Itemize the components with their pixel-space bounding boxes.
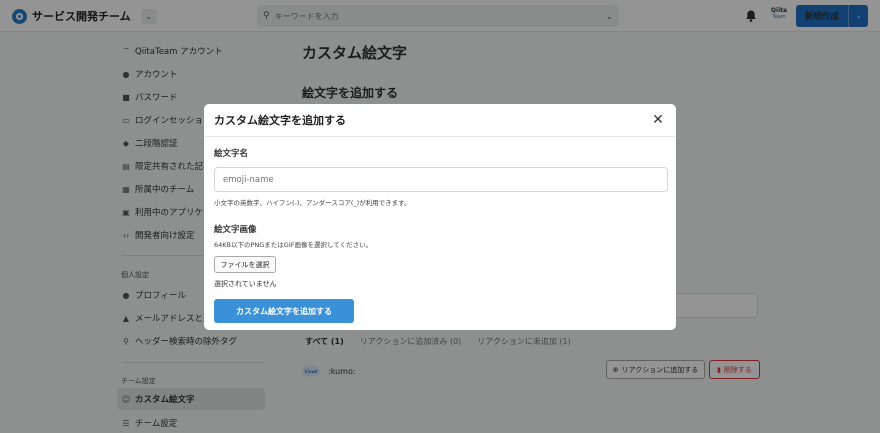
emoji-name-label: 絵文字名 (214, 149, 249, 159)
emoji-image-label: 絵文字画像 (214, 225, 257, 235)
modal-title: カスタム絵文字を追加する (214, 114, 346, 127)
close-icon[interactable]: ✕ (650, 112, 666, 128)
emoji-name-help: 小文字の英数字、ハイフン(-)、アンダースコア(_)が利用できます。 (214, 199, 411, 207)
emoji-image-help: 64KB以下のPNGまたはGIF画像を選択してください。 (214, 241, 373, 249)
choose-file-button[interactable]: ファイルを選択 (214, 256, 276, 273)
modal-header: カスタム絵文字を追加する ✕ (204, 104, 676, 137)
add-emoji-modal: カスタム絵文字を追加する ✕ 絵文字名 小文字の英数字、ハイフン(-)、アンダー… (204, 104, 676, 330)
add-emoji-submit-button[interactable]: カスタム絵文字を追加する (214, 299, 354, 323)
no-file-text: 選択されていません (214, 280, 277, 288)
emoji-name-input[interactable] (214, 167, 668, 192)
modal-body: 絵文字名 小文字の英数字、ハイフン(-)、アンダースコア(_)が利用できます。 … (204, 137, 676, 333)
